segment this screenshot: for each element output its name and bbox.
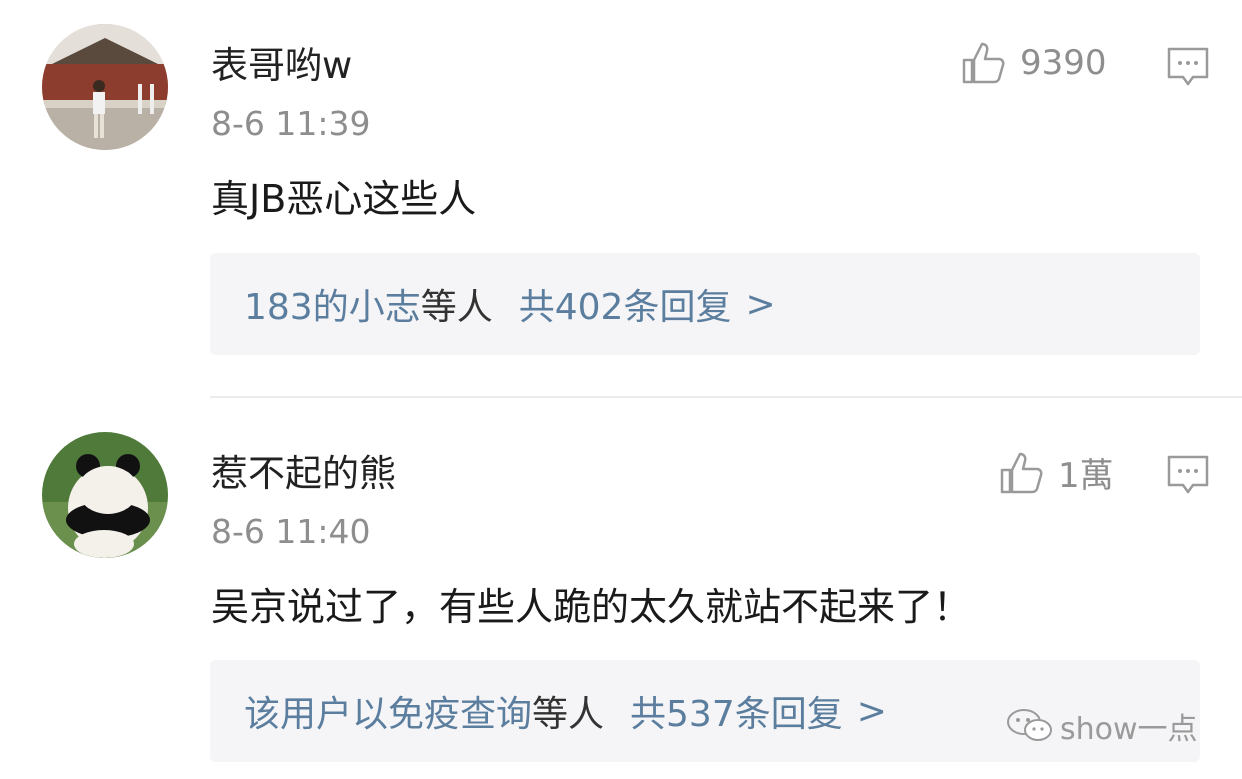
watermark: show一点	[1006, 704, 1198, 748]
like-count: 9390	[1020, 43, 1107, 83]
thumbs-up-icon	[962, 42, 1005, 84]
like-count: 1萬	[1058, 456, 1114, 496]
replies-summary[interactable]: 183的小志 等人 共402条回复 >	[210, 253, 1200, 355]
avatar[interactable]	[42, 432, 168, 558]
username[interactable]: 表哥哟w	[211, 44, 352, 88]
watermark-text: show一点	[1060, 712, 1198, 747]
comment-time: 8-6 11:40	[211, 512, 371, 551]
avatar-image	[42, 24, 168, 150]
comment-bubble-icon	[1167, 47, 1209, 86]
like-button[interactable]: 9390	[960, 40, 1107, 86]
comment-text: 吴京说过了，有些人跪的太久就站不起来了！	[211, 585, 972, 629]
username[interactable]: 惹不起的熊	[211, 452, 396, 496]
reply-participants[interactable]: 该用户以免疫查询	[244, 685, 532, 737]
chevron-right-icon: >	[745, 283, 776, 325]
avatar[interactable]	[42, 24, 168, 150]
reply-participants-suffix: 等人	[420, 287, 493, 328]
wechat-icon	[1007, 709, 1052, 741]
comment-bubble-icon	[1167, 455, 1209, 494]
avatar-image	[42, 432, 168, 558]
thumbs-up-icon	[1000, 452, 1043, 493]
reply-button[interactable]	[1166, 46, 1210, 88]
reply-count: 共537条回复	[630, 694, 843, 735]
chevron-right-icon: >	[856, 690, 887, 732]
comment-text: 真JB恶心这些人	[211, 177, 477, 221]
comment-item: 表哥哟w 9390 8-6 11:39 真JB恶心这些人 183的小志 等人 共…	[0, 0, 1242, 396]
like-button[interactable]: 1萬	[998, 448, 1114, 497]
reply-participants-suffix: 等人	[532, 694, 605, 735]
reply-participants[interactable]: 183的小志	[244, 278, 421, 330]
comment-time: 8-6 11:39	[211, 104, 371, 143]
reply-button[interactable]	[1166, 454, 1210, 496]
reply-count: 共402条回复	[518, 287, 732, 328]
